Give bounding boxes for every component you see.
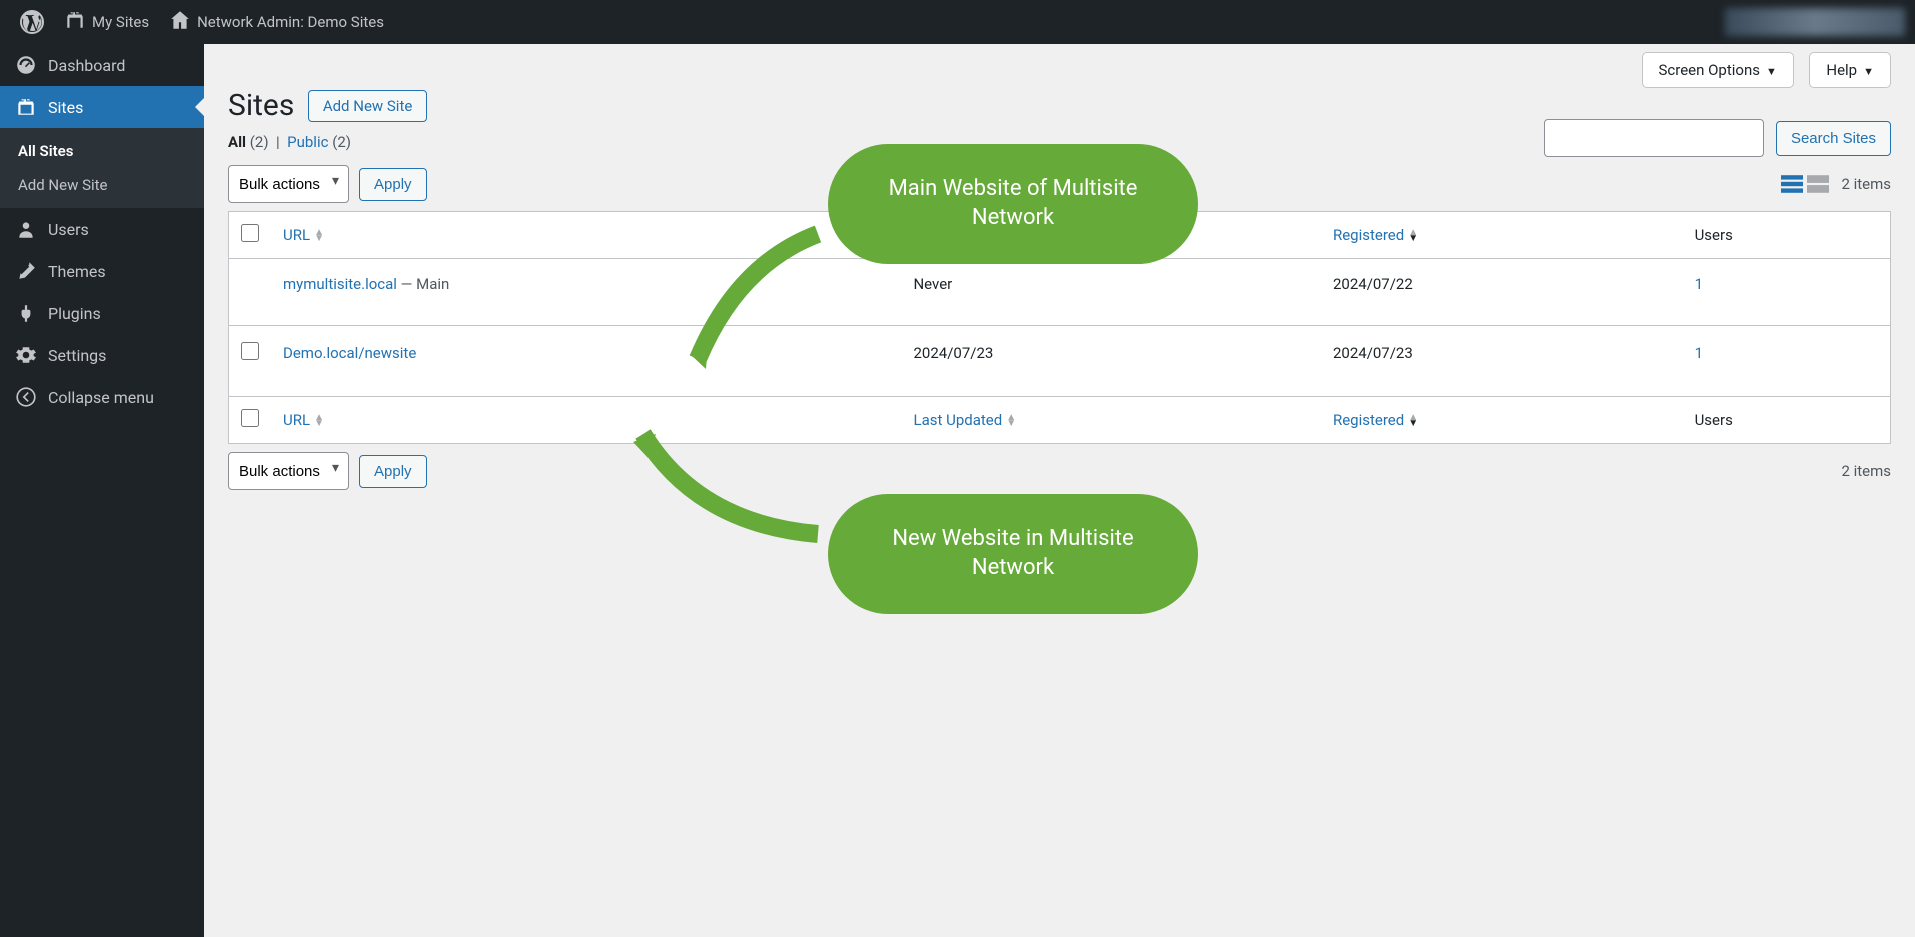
menu-sites[interactable]: Sites	[0, 86, 204, 128]
menu-settings-label: Settings	[48, 346, 106, 365]
apply-button-top[interactable]: Apply	[359, 168, 427, 201]
search-box: Search Sites	[1544, 119, 1891, 157]
cell-registered: 2024/07/23	[1321, 326, 1683, 397]
menu-dashboard[interactable]: Dashboard	[0, 44, 204, 86]
chevron-down-icon: ▼	[1766, 65, 1777, 78]
search-sites-input[interactable]	[1544, 119, 1764, 157]
sites-submenu: All Sites Add New Site	[0, 128, 204, 208]
table-row: mymultisite.local — Main Never2024/07/22 1	[229, 259, 1891, 326]
select-all-top[interactable]	[241, 224, 259, 242]
bulk-actions-select-bottom[interactable]: Bulk actions	[228, 452, 349, 490]
menu-themes[interactable]: Themes	[0, 250, 204, 292]
home-icon	[169, 9, 191, 36]
menu-users[interactable]: Users	[0, 208, 204, 250]
menu-dashboard-label: Dashboard	[48, 56, 125, 75]
collapse-menu[interactable]: Collapse menu	[0, 376, 204, 418]
site-url-suffix: — Main	[397, 275, 449, 293]
screen-options-toggle[interactable]: Screen Options▼	[1642, 52, 1794, 88]
site-name-link[interactable]: Network Admin: Demo Sites	[159, 9, 394, 36]
chevron-down-icon: ▼	[1863, 65, 1874, 78]
annotation-callout-new: New Website in Multisite Network	[828, 494, 1198, 614]
filter-all-count: (2)	[250, 133, 269, 151]
collapse-icon	[14, 386, 38, 408]
themes-icon	[14, 260, 38, 282]
cell-last-updated: 2024/07/23	[901, 326, 1320, 397]
menu-plugins[interactable]: Plugins	[0, 292, 204, 334]
cell-users-link[interactable]: 1	[1695, 275, 1703, 293]
users-icon	[14, 218, 38, 240]
user-account-area[interactable]	[1725, 8, 1905, 36]
menu-sites-label: Sites	[48, 98, 83, 117]
admin-bar: My Sites Network Admin: Demo Sites	[0, 0, 1915, 44]
menu-themes-label: Themes	[48, 262, 106, 281]
filter-public[interactable]: Public	[287, 133, 328, 151]
my-sites-link[interactable]: My Sites	[54, 9, 159, 36]
cell-users-link[interactable]: 1	[1695, 344, 1703, 362]
view-excerpt-icon[interactable]	[1805, 173, 1831, 195]
col-users-header: Users	[1683, 212, 1891, 259]
help-toggle[interactable]: Help▼	[1809, 52, 1891, 88]
view-list-icon[interactable]	[1779, 173, 1805, 195]
add-new-site-button[interactable]: Add New Site	[308, 90, 428, 122]
col-users-footer: Users	[1683, 397, 1891, 444]
page-title: Sites	[228, 88, 294, 123]
col-registered-header[interactable]: Registered▲▼	[1321, 212, 1683, 259]
tablenav-bottom: Bulk actions Apply 2 items	[228, 452, 1891, 490]
col-lastupdated-footer[interactable]: Last Updated▲▼	[901, 397, 1320, 444]
view-switch	[1779, 173, 1831, 195]
table-row: Demo.local/newsite 2024/07/232024/07/23 1	[229, 326, 1891, 397]
wordpress-logo-icon[interactable]	[10, 10, 54, 34]
apply-button-bottom[interactable]: Apply	[359, 455, 427, 488]
site-name-label: Network Admin: Demo Sites	[197, 13, 384, 31]
menu-settings[interactable]: Settings	[0, 334, 204, 376]
filter-all[interactable]: All	[228, 133, 246, 151]
site-url-link[interactable]: Demo.local/newsite	[283, 344, 416, 362]
items-count-top: 2 items	[1841, 175, 1891, 193]
multisite-icon	[64, 9, 86, 36]
annotation-callout-main: Main Website of Multisite Network	[828, 144, 1198, 264]
collapse-menu-label: Collapse menu	[48, 388, 154, 407]
screen-meta-links: Screen Options▼ Help▼	[228, 44, 1891, 88]
menu-users-label: Users	[48, 220, 89, 239]
items-count-bottom: 2 items	[1841, 462, 1891, 480]
select-all-bottom[interactable]	[241, 409, 259, 427]
row-checkbox[interactable]	[241, 342, 259, 360]
bulk-actions-select-top[interactable]: Bulk actions	[228, 165, 349, 203]
filter-public-count: (2)	[332, 133, 351, 151]
site-url-link[interactable]: mymultisite.local	[283, 275, 397, 293]
my-sites-label: My Sites	[92, 13, 149, 31]
sites-icon	[14, 96, 38, 118]
main-content: Screen Options▼ Help▼ Sites Add New Site…	[204, 44, 1915, 522]
search-sites-button[interactable]: Search Sites	[1776, 121, 1891, 156]
cell-last-updated: Never	[901, 259, 1320, 326]
submenu-add-new-site[interactable]: Add New Site	[0, 168, 204, 202]
dashboard-icon	[14, 54, 38, 76]
settings-icon	[14, 344, 38, 366]
admin-menu: Dashboard Sites All Sites Add New Site U…	[0, 44, 204, 937]
cell-registered: 2024/07/22	[1321, 259, 1683, 326]
submenu-all-sites[interactable]: All Sites	[0, 134, 204, 168]
menu-plugins-label: Plugins	[48, 304, 101, 323]
plugins-icon	[14, 302, 38, 324]
col-registered-footer[interactable]: Registered▲▼	[1321, 397, 1683, 444]
